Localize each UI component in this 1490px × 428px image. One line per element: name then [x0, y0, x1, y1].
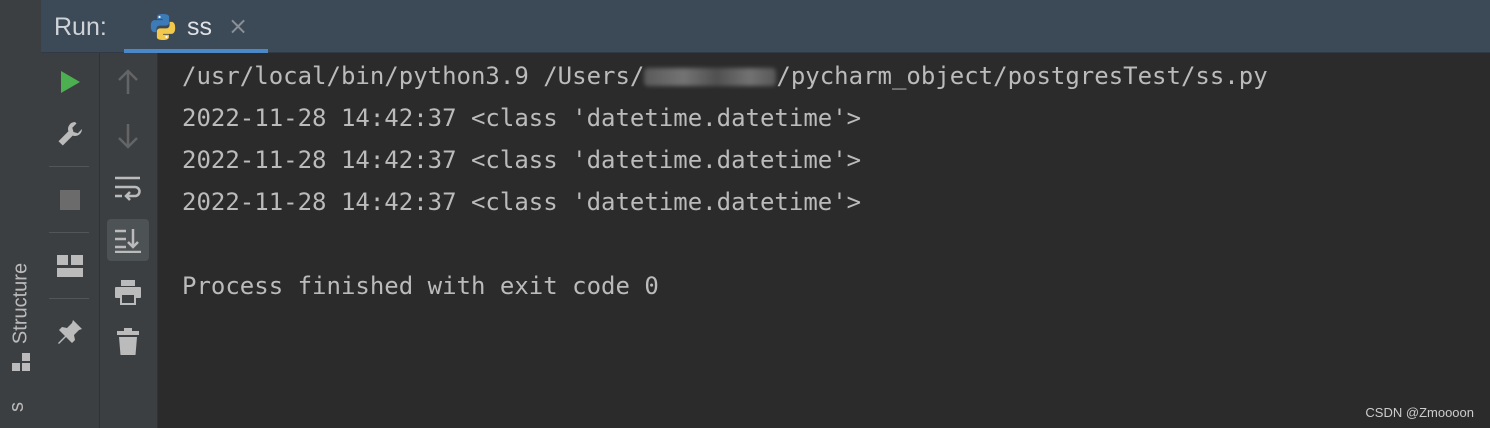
wrench-icon	[58, 122, 82, 146]
soft-wrap-icon	[115, 176, 141, 201]
output-line: 2022-11-28 14:42:37 <class 'datetime.dat…	[182, 146, 862, 174]
run-label: Run:	[54, 13, 107, 41]
command-suffix: /pycharm_object/postgresTest/ss.py	[776, 62, 1268, 90]
scroll-to-end-icon	[115, 229, 141, 253]
structure-tab-label: Structure	[9, 262, 32, 345]
output-line: 2022-11-28 14:42:37 <class 'datetime.dat…	[182, 104, 862, 132]
clear-all-button[interactable]	[107, 321, 149, 363]
command-prefix: /usr/local/bin/python3.9 /Users/	[182, 62, 645, 90]
soft-wrap-button[interactable]	[107, 167, 149, 209]
next-occurrence-button[interactable]	[107, 115, 149, 157]
watermark: CSDN @Zmoooon	[1365, 405, 1474, 420]
restore-layout-button[interactable]	[49, 245, 91, 287]
run-icon	[61, 71, 80, 93]
structure-tool-tab[interactable]: Structure	[4, 240, 38, 380]
toolbar-separator	[49, 166, 89, 167]
run-tool-window-header: Run: ss ×	[41, 0, 1490, 53]
arrow-up-icon	[118, 69, 138, 94]
command-line: /usr/local/bin/python3.9 /Users/ /pycharm…	[182, 61, 1268, 91]
edit-configuration-button[interactable]	[49, 113, 91, 155]
tab-ss-label: ss	[187, 13, 212, 41]
exit-message: Process finished with exit code 0	[182, 272, 659, 300]
close-icon[interactable]: ×	[228, 14, 248, 38]
pin-tab-button[interactable]	[49, 311, 91, 353]
stop-icon	[60, 190, 80, 210]
run-toolbar-primary	[41, 53, 100, 428]
structure-icon	[12, 353, 30, 371]
rerun-button[interactable]	[49, 61, 91, 103]
tab-ss[interactable]: ss ×	[124, 0, 268, 53]
trash-icon	[117, 328, 139, 355]
redacted-username	[644, 68, 777, 86]
arrow-down-icon	[118, 124, 138, 149]
scroll-to-end-button[interactable]	[107, 219, 149, 261]
console-output[interactable]: /usr/local/bin/python3.9 /Users/ /pycharm…	[158, 53, 1490, 428]
pin-icon	[58, 320, 82, 344]
stop-button[interactable]	[49, 179, 91, 221]
previous-occurrence-button[interactable]	[107, 61, 149, 103]
toolbar-separator	[49, 232, 89, 233]
side-strip-bottom-label[interactable]: s	[6, 402, 29, 412]
toolbar-separator	[49, 298, 89, 299]
print-icon	[115, 280, 141, 305]
side-tool-strip: Structure s	[0, 0, 42, 428]
run-toolbar-secondary	[100, 53, 158, 428]
print-button[interactable]	[107, 271, 149, 313]
output-line: 2022-11-28 14:42:37 <class 'datetime.dat…	[182, 188, 862, 216]
layout-icon	[57, 255, 83, 277]
python-icon	[150, 14, 176, 40]
